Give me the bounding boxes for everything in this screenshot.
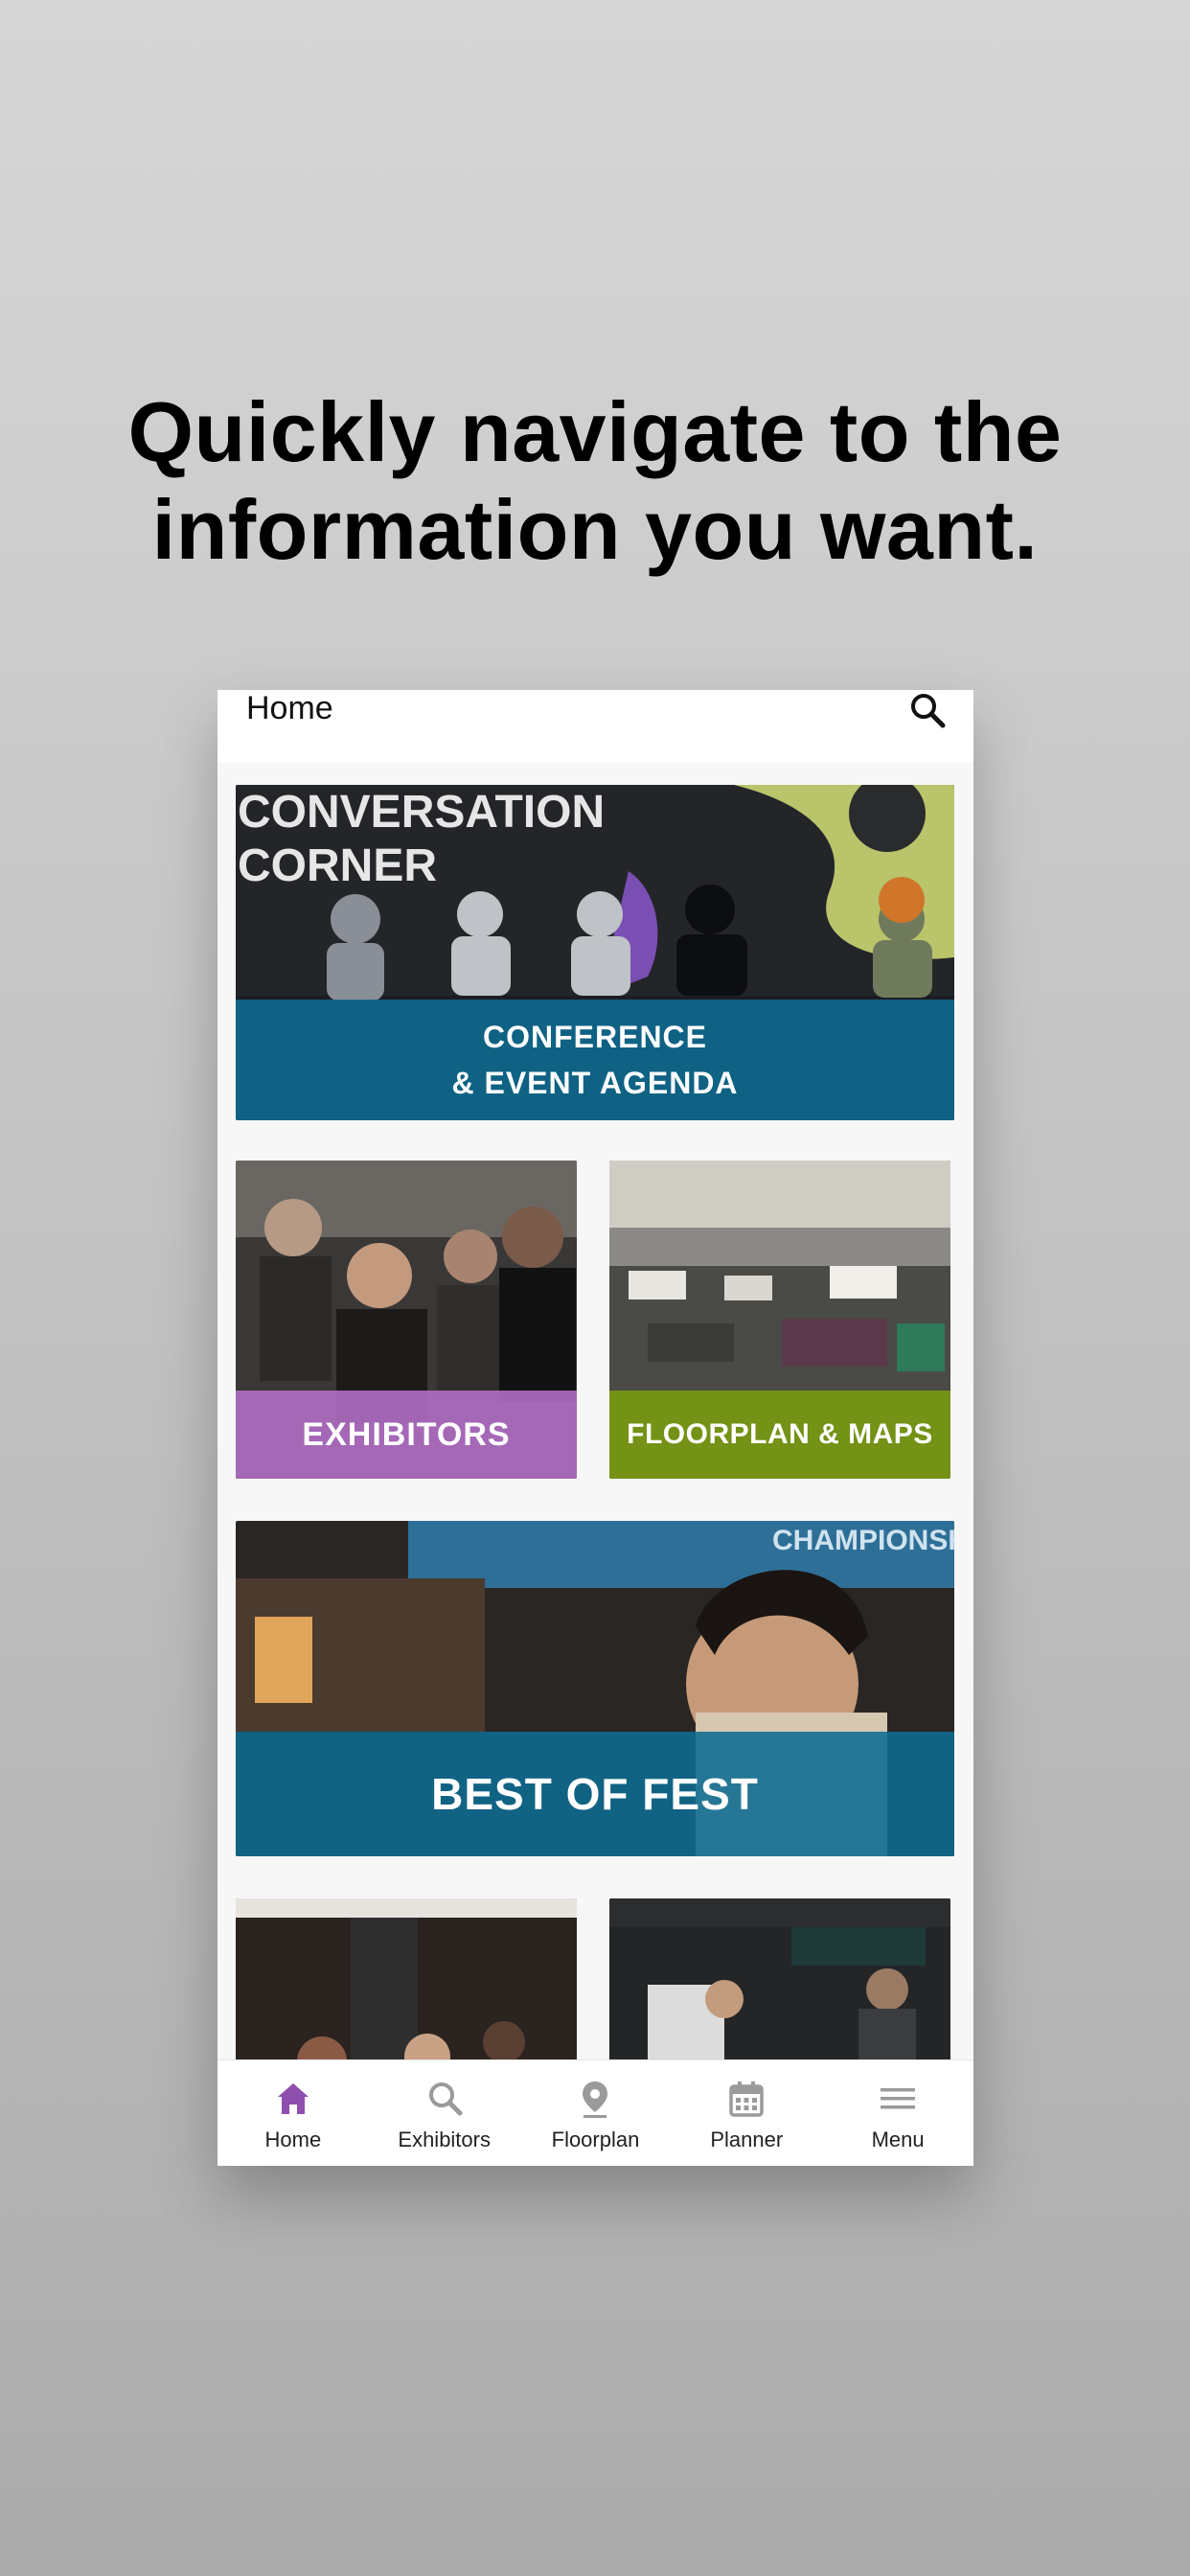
tab-home[interactable]: Home bbox=[217, 2060, 369, 2166]
home-icon bbox=[277, 2083, 309, 2114]
tab-floorplan[interactable]: Floorplan bbox=[520, 2060, 672, 2166]
headline-line-2: information you want. bbox=[151, 482, 1039, 577]
best-of-fest-banner: BEST OF FEST bbox=[236, 1732, 954, 1856]
app-screen: Home CONVERSATION CORNER CONFERENCE & EV… bbox=[217, 690, 973, 2166]
best-of-fest-tile[interactable]: CHAMPIONSHIP BEST OF FEST bbox=[236, 1521, 954, 1856]
conference-label-line-2: & EVENT AGENDA bbox=[451, 1066, 739, 1100]
tab-label: Floorplan bbox=[551, 2128, 640, 2151]
page-title: Home bbox=[246, 690, 333, 726]
tab-planner[interactable]: Planner bbox=[671, 2060, 822, 2166]
tab-menu[interactable]: Menu bbox=[822, 2060, 973, 2166]
calendar-icon bbox=[729, 2082, 765, 2117]
map-pin-icon bbox=[583, 2082, 608, 2118]
floorplan-label: FLOORPLAN & MAPS bbox=[627, 1418, 933, 1450]
svg-text:CONVERSATION: CONVERSATION bbox=[238, 787, 605, 838]
conference-agenda-tile[interactable]: CONVERSATION CORNER CONFERENCE & EVENT A… bbox=[236, 785, 954, 1120]
exhibitors-label: EXHIBITORS bbox=[302, 1415, 511, 1453]
floorplan-banner: FLOORPLAN & MAPS bbox=[609, 1391, 950, 1479]
marketing-headline: Quickly navigate to the information you … bbox=[0, 383, 1190, 579]
best-of-fest-label: BEST OF FEST bbox=[431, 1769, 759, 1819]
tab-label: Menu bbox=[871, 2128, 925, 2151]
tab-label: Planner bbox=[710, 2128, 784, 2151]
tab-exhibitors[interactable]: Exhibitors bbox=[369, 2060, 520, 2166]
app-bar: Home bbox=[217, 690, 973, 763]
bottom-tab-bar: Home Exhibitors Floorplan Planner Menu bbox=[217, 2059, 973, 2166]
exhibitors-tile[interactable]: EXHIBITORS bbox=[236, 1161, 577, 1479]
search-icon[interactable] bbox=[906, 690, 949, 732]
conference-label-line-1: CONFERENCE bbox=[482, 1020, 707, 1054]
conference-banner: CONFERENCE & EVENT AGENDA bbox=[236, 1000, 954, 1120]
headline-line-1: Quickly navigate to the bbox=[127, 384, 1063, 479]
exhibitors-banner: EXHIBITORS bbox=[236, 1391, 577, 1479]
svg-text:CHAMPIONSHIP: CHAMPIONSHIP bbox=[772, 1525, 954, 1556]
floorplan-maps-tile[interactable]: FLOORPLAN & MAPS bbox=[609, 1161, 950, 1479]
tab-label: Home bbox=[264, 2128, 322, 2151]
svg-text:CORNER: CORNER bbox=[238, 840, 437, 891]
search-icon bbox=[428, 2082, 463, 2116]
menu-icon bbox=[881, 2088, 916, 2109]
tab-label: Exhibitors bbox=[398, 2128, 491, 2151]
